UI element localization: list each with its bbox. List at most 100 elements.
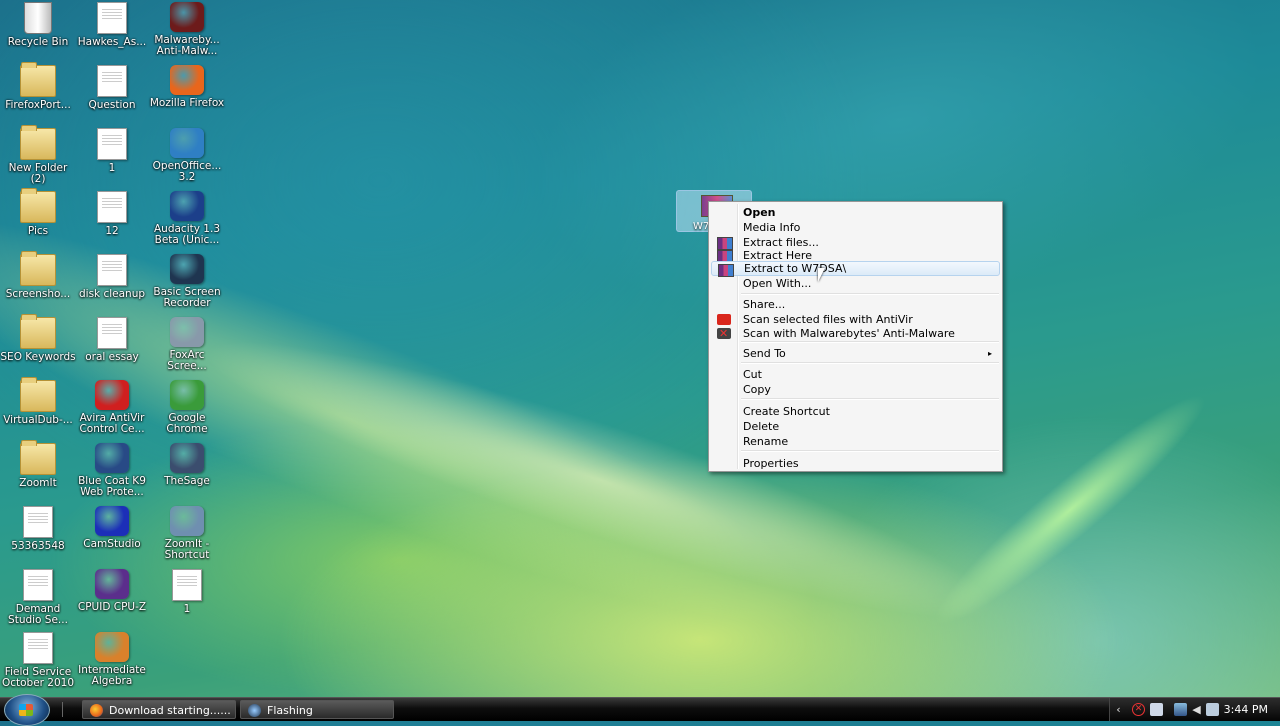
desktop-icon-label: CPUID CPU-Z	[77, 601, 147, 613]
menu-separator	[741, 293, 999, 295]
menu-item-rename[interactable]: Rename	[711, 434, 1000, 449]
firefox-icon	[170, 65, 204, 95]
desktop-icon[interactable]: Hawkes_As...	[74, 2, 150, 48]
desktop-icon[interactable]: CamStudio	[74, 506, 150, 550]
desktop-icon[interactable]: Recycle Bin	[0, 2, 76, 48]
menu-item-copy[interactable]: Copy	[711, 382, 1000, 397]
desktop-icon-label: Avira AntiVir Control Ce...	[79, 412, 145, 435]
menu-item-delete[interactable]: Delete	[711, 419, 1000, 434]
desktop-icon[interactable]: Intermediate Algebra	[74, 632, 150, 687]
power-icon[interactable]	[1206, 703, 1219, 716]
tray-app-icon[interactable]	[1150, 703, 1163, 716]
desktop-icon[interactable]: Basic Screen Recorder	[149, 254, 225, 309]
desktop-icon[interactable]: Blue Coat K9 Web Prote...	[74, 443, 150, 498]
document-icon	[97, 128, 127, 160]
chrome-icon	[170, 380, 204, 410]
desktop-icon-label: Blue Coat K9 Web Prote...	[78, 475, 146, 498]
cpuz-icon	[95, 569, 129, 599]
folder-icon	[20, 440, 56, 475]
desktop-icon[interactable]: Audacity 1.3 Beta (Unic...	[149, 191, 225, 246]
avira-icon	[95, 380, 129, 410]
show-hidden-icons-arrow[interactable]: ‹	[1112, 703, 1125, 716]
desktop-icon[interactable]: Demand Studio Se...	[0, 569, 76, 626]
folder-icon	[20, 125, 56, 160]
desktop-icon[interactable]: New Folder (2)	[0, 125, 76, 185]
document-icon	[23, 569, 53, 601]
document-icon	[23, 632, 53, 664]
taskbar-button-label: Download starting......	[109, 704, 231, 717]
menu-item-label: Media Info	[743, 221, 801, 234]
desktop-icon[interactable]: ZoomIt - Shortcut	[149, 506, 225, 561]
desktop-icon[interactable]: Pics	[0, 188, 76, 237]
desktop-icon[interactable]: Avira AntiVir Control Ce...	[74, 380, 150, 435]
desktop-icon[interactable]: Field Service October 2010	[0, 632, 76, 689]
document-icon	[97, 65, 127, 97]
desktop-icon[interactable]: TheSage	[149, 443, 225, 487]
audacity-icon	[170, 191, 204, 221]
desktop-icon[interactable]: Mozilla Firefox	[149, 65, 225, 109]
menu-item-share[interactable]: Share...	[711, 297, 1000, 312]
desktop-icon[interactable]: ZoomIt	[0, 440, 76, 489]
desktop-icon[interactable]: 1	[149, 569, 225, 615]
desktop-icon-label: 53363548	[11, 540, 65, 552]
menu-item-open[interactable]: Open	[711, 205, 1000, 220]
desktop-icon[interactable]: OpenOffice... 3.2	[149, 128, 225, 183]
taskbar-button-download[interactable]: Download starting......	[82, 700, 236, 719]
menu-item-label: Extract to W7DSA\	[744, 262, 847, 275]
desktop-icon[interactable]: Malwareby... Anti-Malw...	[149, 2, 225, 57]
menu-item-send-to[interactable]: Send To ▸	[711, 346, 1000, 361]
recycle-bin-icon	[24, 2, 52, 34]
desktop-icon[interactable]: 12	[74, 191, 150, 237]
menu-item-media-info[interactable]: Media Info	[711, 220, 1000, 235]
menu-item-open-with[interactable]: Open With...	[711, 276, 1000, 291]
desktop-icon[interactable]: disk cleanup	[74, 254, 150, 300]
document-icon	[97, 2, 127, 34]
menu-item-label: Scan selected files with AntiVir	[743, 313, 913, 326]
screen-recorder-icon	[248, 704, 261, 717]
taskbar-button-flashing[interactable]: Flashing	[240, 700, 394, 719]
menu-item-scan-with-malwarebytes-anti-malware[interactable]: Scan with Malwarebytes' Anti-Malware	[711, 326, 1000, 341]
document-icon	[97, 317, 127, 349]
selected-file-label: W7	[693, 221, 710, 232]
desktop-icon-label: Pics	[27, 225, 49, 237]
avi-file-icon	[172, 569, 202, 601]
taskbar: Download starting...... Flashing ‹ ✕ ◀ 3…	[0, 694, 1280, 726]
desktop-icon[interactable]: SEO Keywords	[0, 314, 76, 363]
quick-launch-divider	[62, 702, 63, 717]
desktop-icon-label: Intermediate Algebra	[78, 664, 146, 687]
folder-icon	[20, 314, 56, 349]
desktop-icon[interactable]: oral essay	[74, 317, 150, 363]
desktop-icon[interactable]: Google Chrome	[149, 380, 225, 435]
openoffice-icon	[170, 128, 204, 158]
taskbar-clock[interactable]: 3:44 PM	[1224, 703, 1268, 716]
network-icon[interactable]	[1174, 703, 1187, 716]
menu-item-scan-selected-files-with-antivir[interactable]: Scan selected files with AntiVir	[711, 312, 1000, 327]
menu-item-create-shortcut[interactable]: Create Shortcut	[711, 404, 1000, 419]
desktop-icon[interactable]: FoxArc Scree...	[149, 317, 225, 372]
context-menu: Open Media Info Extract files... Extract He…	[708, 201, 1003, 472]
desktop-icon[interactable]: 1	[74, 128, 150, 174]
desktop-icon-label: SEO Keywords	[0, 351, 76, 363]
desktop-icon[interactable]: CPUID CPU-Z	[74, 569, 150, 613]
menu-item-cut[interactable]: Cut	[711, 367, 1000, 382]
desktop-icon[interactable]: Screensho...	[0, 251, 76, 300]
desktop-icon-label: disk cleanup	[78, 288, 146, 300]
desktop-icon-label: 1	[183, 603, 191, 615]
menu-separator	[741, 450, 999, 452]
menu-item-extract-to-w7dsa[interactable]: Extract to W7DSA\	[711, 261, 1000, 277]
menu-item-label: Open	[743, 206, 776, 219]
system-tray: ‹ ✕ ◀ 3:44 PM	[1109, 698, 1280, 721]
menu-item-properties[interactable]: Properties	[711, 456, 1000, 471]
volume-icon[interactable]: ◀	[1190, 703, 1203, 716]
desktop-icon[interactable]: VirtualDub-...	[0, 377, 76, 426]
desktop-icon[interactable]: 53363548	[0, 506, 76, 552]
menu-item-label: Scan with Malwarebytes' Anti-Malware	[743, 327, 955, 340]
submenu-arrow-icon: ▸	[987, 349, 992, 358]
desktop-icon[interactable]: Question	[74, 65, 150, 111]
folder-icon	[20, 62, 56, 97]
desktop-icon-label: Malwareby... Anti-Malw...	[154, 34, 220, 57]
desktop-icon[interactable]: FirefoxPort...	[0, 62, 76, 111]
start-button[interactable]	[4, 694, 50, 726]
avira-tray-icon[interactable]: ✕	[1132, 703, 1145, 716]
spreadsheet-icon	[23, 506, 53, 538]
